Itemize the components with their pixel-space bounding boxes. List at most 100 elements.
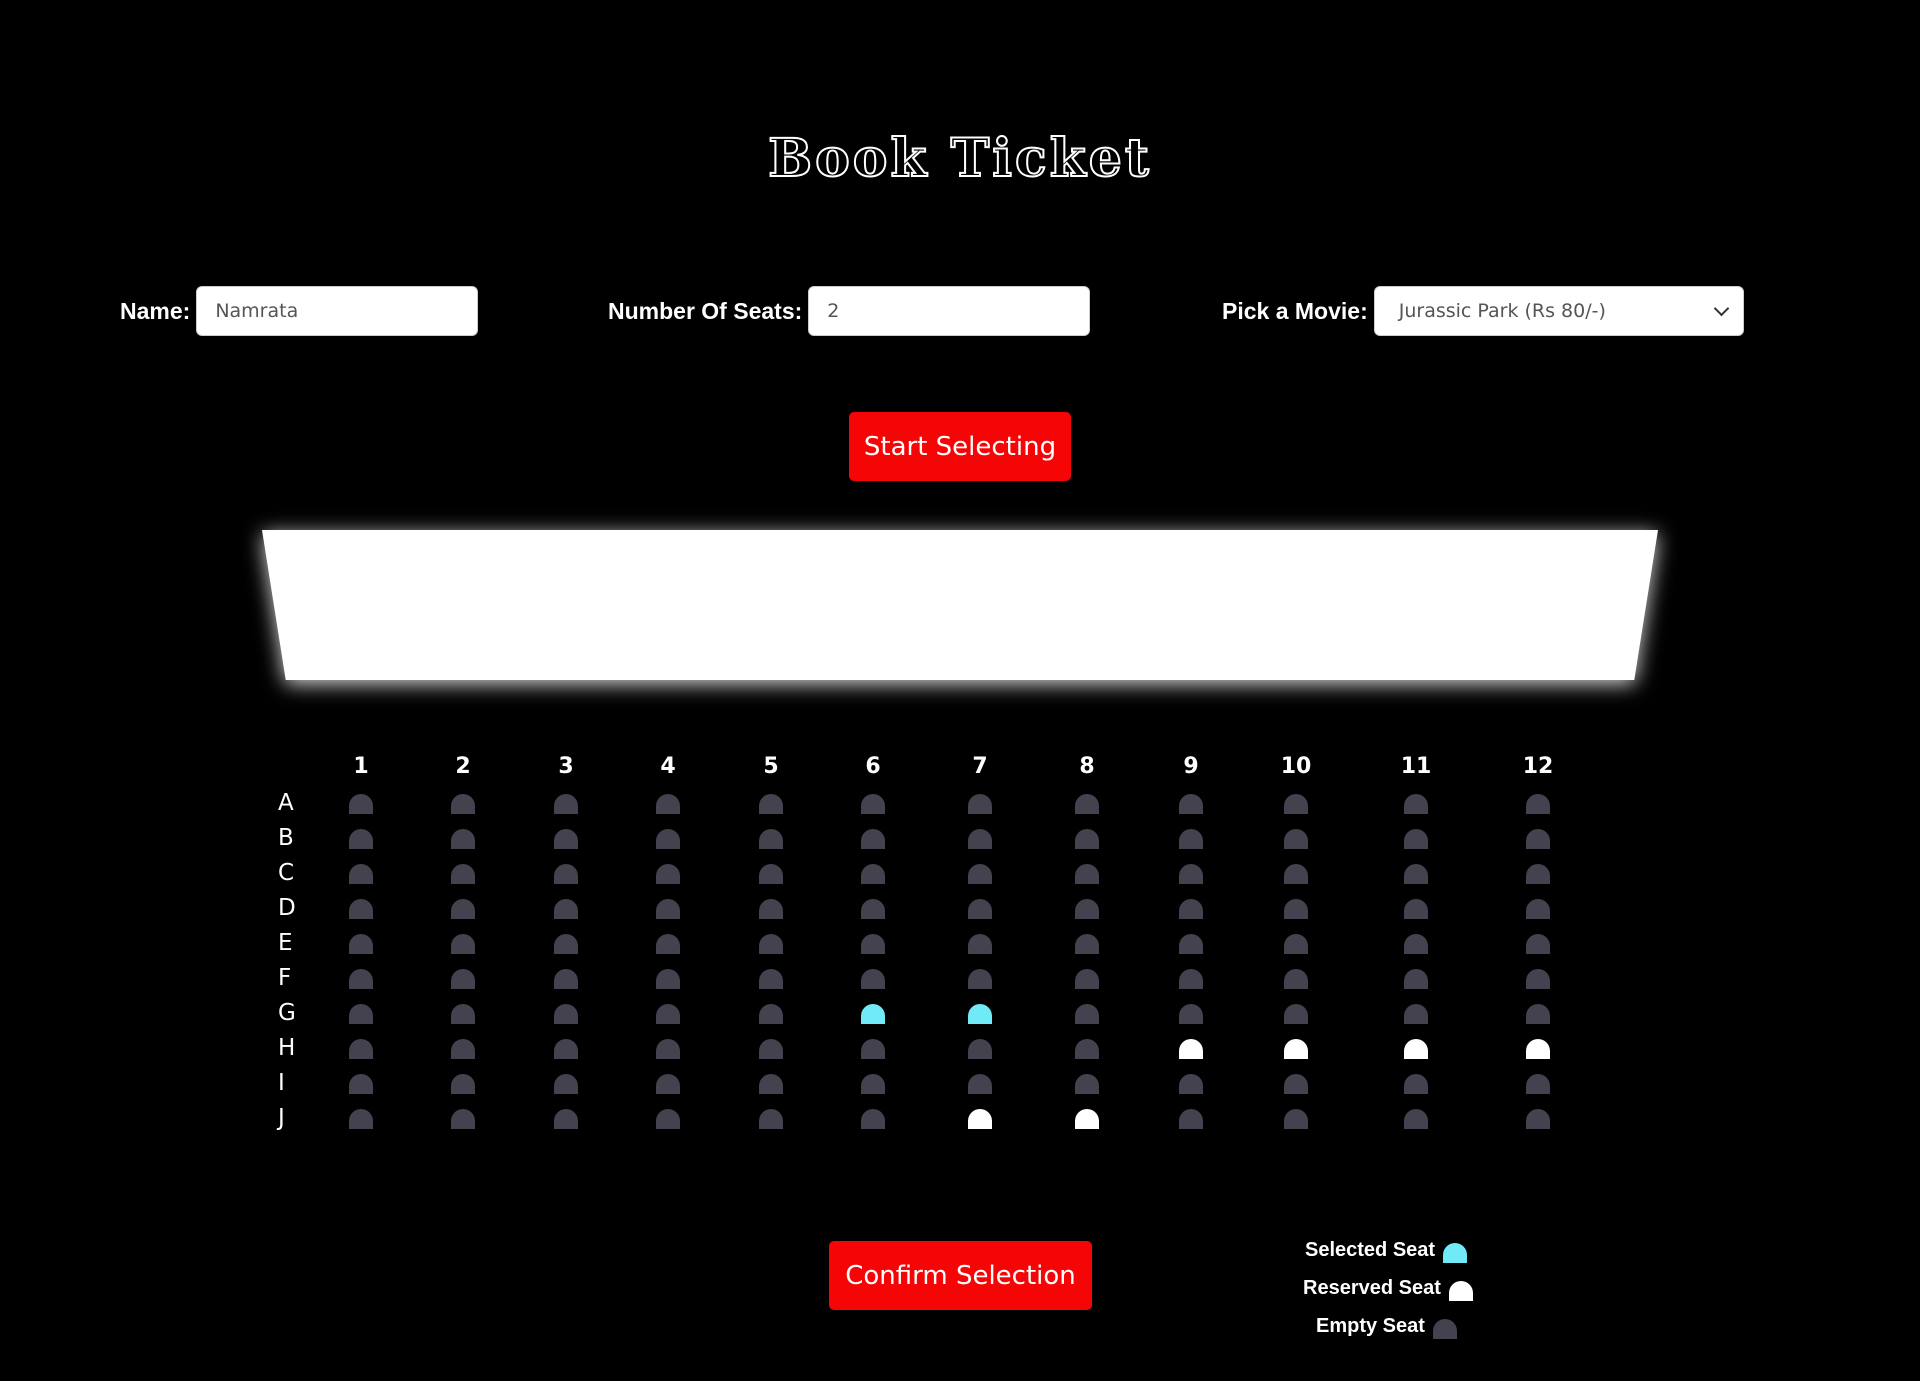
- seat[interactable]: [554, 1004, 578, 1024]
- seat[interactable]: [1075, 1004, 1099, 1024]
- seat[interactable]: [554, 1109, 578, 1129]
- seat[interactable]: [1179, 864, 1203, 884]
- seat[interactable]: [554, 864, 578, 884]
- seat[interactable]: [1404, 969, 1428, 989]
- seat-selected[interactable]: [968, 1004, 992, 1024]
- seat[interactable]: [759, 794, 783, 814]
- seat[interactable]: [861, 864, 885, 884]
- seat[interactable]: [656, 1004, 680, 1024]
- seat[interactable]: [759, 829, 783, 849]
- seat[interactable]: [968, 969, 992, 989]
- movie-select[interactable]: Jurassic Park (Rs 80/-): [1373, 286, 1744, 336]
- seat-selected[interactable]: [861, 1004, 885, 1024]
- seat[interactable]: [1284, 934, 1308, 954]
- seat[interactable]: [1179, 934, 1203, 954]
- seat[interactable]: [861, 969, 885, 989]
- seat[interactable]: [1075, 1039, 1099, 1059]
- seat[interactable]: [349, 1039, 373, 1059]
- seat[interactable]: [1179, 1004, 1203, 1024]
- seat[interactable]: [759, 899, 783, 919]
- seat[interactable]: [1075, 1074, 1099, 1094]
- seat[interactable]: [1404, 1004, 1428, 1024]
- seat[interactable]: [656, 794, 680, 814]
- seat[interactable]: [451, 829, 475, 849]
- seat-reserved[interactable]: [1526, 1039, 1550, 1059]
- seat[interactable]: [1284, 829, 1308, 849]
- confirm-selection-button[interactable]: Confirm Selection: [829, 1241, 1092, 1310]
- seat[interactable]: [861, 829, 885, 849]
- seat[interactable]: [861, 1039, 885, 1059]
- seat[interactable]: [1526, 829, 1550, 849]
- seat[interactable]: [451, 1039, 475, 1059]
- seat[interactable]: [349, 1004, 373, 1024]
- seat[interactable]: [349, 1109, 373, 1129]
- seat[interactable]: [968, 1074, 992, 1094]
- seat[interactable]: [1284, 1004, 1308, 1024]
- seat[interactable]: [1284, 899, 1308, 919]
- seat[interactable]: [1404, 864, 1428, 884]
- seat[interactable]: [968, 899, 992, 919]
- seat[interactable]: [451, 899, 475, 919]
- seat[interactable]: [759, 1004, 783, 1024]
- seat[interactable]: [656, 899, 680, 919]
- seat[interactable]: [656, 1109, 680, 1129]
- seat[interactable]: [656, 864, 680, 884]
- seat[interactable]: [968, 934, 992, 954]
- seat[interactable]: [1404, 829, 1428, 849]
- seat[interactable]: [1526, 969, 1550, 989]
- start-selecting-button[interactable]: Start Selecting: [849, 412, 1071, 481]
- seat[interactable]: [349, 899, 373, 919]
- seats-input[interactable]: [808, 286, 1091, 336]
- seat-reserved[interactable]: [1075, 1109, 1099, 1129]
- seat-reserved[interactable]: [1284, 1039, 1308, 1059]
- seat[interactable]: [759, 1109, 783, 1129]
- seat[interactable]: [554, 934, 578, 954]
- seat[interactable]: [451, 1074, 475, 1094]
- seat[interactable]: [1526, 934, 1550, 954]
- seat[interactable]: [1075, 969, 1099, 989]
- seat[interactable]: [1404, 1074, 1428, 1094]
- seat-reserved[interactable]: [1404, 1039, 1428, 1059]
- seat[interactable]: [656, 1074, 680, 1094]
- seat[interactable]: [451, 1109, 475, 1129]
- seat[interactable]: [349, 1074, 373, 1094]
- seat[interactable]: [349, 829, 373, 849]
- seat[interactable]: [968, 829, 992, 849]
- seat[interactable]: [861, 899, 885, 919]
- seat[interactable]: [554, 794, 578, 814]
- seat[interactable]: [349, 969, 373, 989]
- seat[interactable]: [1284, 864, 1308, 884]
- seat[interactable]: [1284, 969, 1308, 989]
- seat[interactable]: [451, 969, 475, 989]
- seat[interactable]: [1075, 899, 1099, 919]
- seat[interactable]: [759, 934, 783, 954]
- seat[interactable]: [1526, 899, 1550, 919]
- seat[interactable]: [451, 794, 475, 814]
- seat[interactable]: [1075, 864, 1099, 884]
- seat[interactable]: [861, 794, 885, 814]
- seat[interactable]: [554, 1074, 578, 1094]
- seat[interactable]: [349, 864, 373, 884]
- seat[interactable]: [656, 829, 680, 849]
- seat[interactable]: [1284, 794, 1308, 814]
- seat[interactable]: [554, 829, 578, 849]
- seat[interactable]: [1179, 1109, 1203, 1129]
- seat[interactable]: [656, 934, 680, 954]
- seat[interactable]: [861, 934, 885, 954]
- seat[interactable]: [451, 1004, 475, 1024]
- seat[interactable]: [759, 864, 783, 884]
- seat[interactable]: [1179, 1074, 1203, 1094]
- seat[interactable]: [656, 969, 680, 989]
- seat[interactable]: [968, 1039, 992, 1059]
- seat[interactable]: [1526, 864, 1550, 884]
- seat[interactable]: [349, 794, 373, 814]
- seat[interactable]: [451, 934, 475, 954]
- seat[interactable]: [1075, 794, 1099, 814]
- seat[interactable]: [1284, 1074, 1308, 1094]
- seat[interactable]: [759, 1074, 783, 1094]
- seat[interactable]: [451, 864, 475, 884]
- seat[interactable]: [1404, 794, 1428, 814]
- seat[interactable]: [861, 1074, 885, 1094]
- seat[interactable]: [554, 899, 578, 919]
- seat[interactable]: [1075, 934, 1099, 954]
